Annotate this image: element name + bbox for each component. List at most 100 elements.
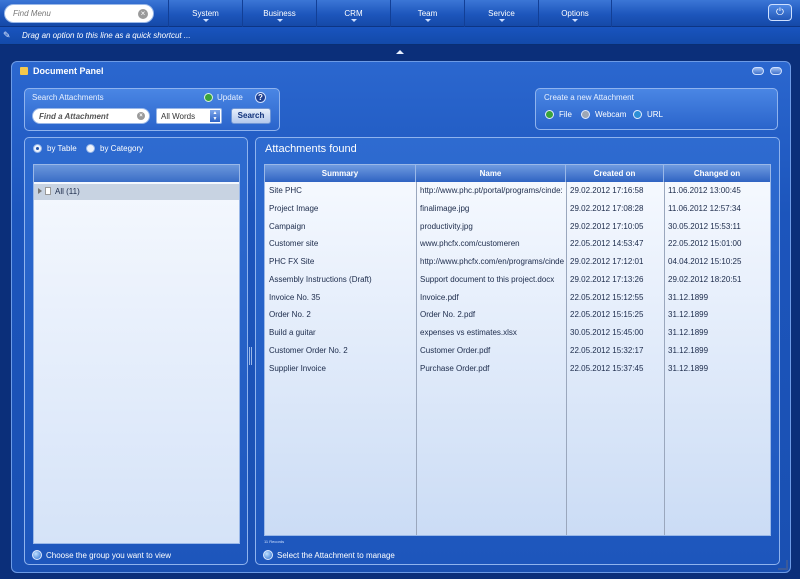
table-row[interactable]: Campaign productivity.jpg 29.02.2012 17:10… [265, 218, 770, 236]
menu-team[interactable]: Team [390, 0, 464, 27]
spinner-icon[interactable]: ▲ ▼ [210, 110, 220, 122]
menu-label: System [192, 9, 219, 18]
table-cell: 29.02.2012 17:13:26 [570, 274, 644, 284]
table-row[interactable]: Project Image finalimage.jpg 29.02.2012 17… [265, 200, 770, 218]
table-cell: Order No. 2 [269, 310, 311, 320]
table-cell: www.phcfx.com/customeren [420, 239, 520, 249]
attachments-title: Attachments found [265, 143, 357, 155]
clear-icon[interactable]: × [137, 112, 145, 120]
top-menu-bar: Find Menu × System Business CRM Team Ser… [0, 0, 800, 27]
table-row[interactable]: Order No. 2 Order No. 2.pdf 22.05.2012 15:… [265, 306, 770, 324]
globe-icon [633, 110, 642, 119]
words-select[interactable]: All Words ▲ ▼ [156, 108, 222, 124]
update-link[interactable]: Update [204, 93, 243, 102]
document-panel: Document Panel Search Attachments Update… [11, 61, 791, 573]
help-icon[interactable]: ? [255, 92, 266, 103]
table-row[interactable]: Invoice No. 35 Invoice.pdf 22.05.2012 15:1… [265, 289, 770, 307]
shortcut-hint: Drag an option to this line as a quick s… [22, 31, 191, 40]
document-icon [45, 187, 51, 195]
menu-service[interactable]: Service [464, 0, 538, 27]
table-cell: expenses vs estimates.xlsx [420, 328, 517, 337]
table-cell: Supplier Invoice [269, 363, 326, 373]
table-cell: Assembly Instructions (Draft) [269, 274, 372, 284]
table-cell: 04.04.2012 15:10:25 [668, 257, 742, 266]
create-file-option[interactable]: File [545, 110, 572, 119]
find-menu-placeholder: Find Menu [13, 9, 51, 18]
table-row[interactable]: Build a guitar expenses vs estimates.xlsx… [265, 324, 770, 342]
file-icon [545, 110, 554, 119]
right-footer-text: Select the Attachment to manage [277, 551, 395, 560]
shortcut-bar[interactable]: ✎ Drag an option to this line as a quick… [0, 27, 800, 45]
close-icon[interactable] [770, 67, 782, 75]
search-button[interactable]: Search [231, 108, 271, 124]
view-by-category-radio[interactable]: by Category [86, 144, 143, 153]
table-cell: 22.05.2012 15:32:17 [570, 345, 644, 355]
column-header-changed[interactable]: Changed on [664, 165, 770, 182]
radio-label: by Table [47, 144, 77, 153]
find-menu-input[interactable]: Find Menu × [4, 4, 154, 23]
menu-system[interactable]: System [168, 0, 242, 27]
menu-business[interactable]: Business [242, 0, 316, 27]
chevron-down-icon [350, 19, 357, 22]
column-header-summary[interactable]: Summary [265, 165, 416, 182]
option-label: File [559, 110, 572, 119]
menu-crm[interactable]: CRM [316, 0, 390, 27]
tree-item-all[interactable]: All (11) [34, 184, 239, 200]
table-cell: 22.05.2012 15:01:00 [668, 239, 742, 249]
clear-icon[interactable]: × [138, 9, 148, 19]
table-cell: Project Image [269, 203, 319, 213]
menu-label: Team [417, 9, 438, 18]
menu-label: Options [561, 9, 589, 18]
collapse-arrow-icon[interactable] [396, 50, 404, 54]
tree-header [34, 165, 239, 182]
table-cell: 31.12.1899 [668, 292, 709, 302]
column-divider [566, 182, 567, 535]
table-cell: Invoice.pdf [420, 292, 459, 302]
minimize-icon[interactable] [752, 67, 764, 75]
radio-checked-icon [33, 144, 42, 153]
table-cell: 30.05.2012 15:53:11 [668, 221, 741, 231]
table-row[interactable]: Customer site www.phcfx.com/customeren 22.… [265, 235, 770, 253]
table-cell: productivity.jpg [420, 221, 473, 231]
create-attachment-box: Create a new Attachment File Webcam URL [535, 88, 778, 130]
table-cell: 22.05.2012 15:12:55 [570, 292, 644, 302]
pane-splitter[interactable] [249, 347, 252, 365]
table-cell: PHC FX Site [269, 257, 315, 266]
table-row[interactable]: Supplier Invoice Purchase Order.pdf 22.05.… [265, 360, 770, 378]
create-url-option[interactable]: URL [633, 110, 663, 119]
update-label: Update [217, 93, 243, 102]
table-cell: 31.12.1899 [668, 310, 709, 320]
column-header-created[interactable]: Created on [566, 165, 664, 182]
chevron-down-icon [276, 19, 283, 22]
table-row[interactable]: Site PHC http://www.phc.pt/portal/program… [265, 182, 770, 200]
table-cell: 11.06.2012 13:00:45 [668, 186, 741, 195]
column-divider [664, 182, 665, 535]
left-footer-text: Choose the group you want to view [46, 551, 171, 560]
resize-grip-icon[interactable] [778, 560, 788, 570]
column-header-name[interactable]: Name [416, 165, 566, 182]
menu-options[interactable]: Options [538, 0, 612, 27]
search-placeholder: Find a Attachment [39, 112, 109, 121]
right-footer: Select the Attachment to manage [263, 550, 395, 560]
table-cell: http://www.phc.pt/portal/programs/cinde: [420, 186, 563, 195]
table-cell: Support document to this project.docx [420, 274, 555, 284]
view-by-table-radio[interactable]: by Table [33, 144, 77, 153]
create-label: Create a new Attachment [544, 93, 634, 102]
table-cell: 31.12.1899 [668, 363, 709, 373]
table-cell: 22.05.2012 15:15:25 [570, 310, 644, 320]
radio-icon [86, 144, 95, 153]
table-cell: Campaign [269, 221, 306, 231]
table-cell: 29.02.2012 17:08:28 [570, 203, 644, 213]
chevron-down-icon [498, 19, 505, 22]
info-icon [32, 550, 42, 560]
table-row[interactable]: PHC FX Site http://www.phcfx.com/en/progr… [265, 253, 770, 271]
table-cell: 29.02.2012 17:16:58 [570, 186, 644, 195]
expand-icon[interactable] [38, 188, 42, 194]
table-row[interactable]: Customer Order No. 2 Customer Order.pdf 22… [265, 342, 770, 360]
power-button[interactable]: ⏻ [768, 4, 792, 21]
attachment-search-input[interactable]: Find a Attachment × [32, 108, 150, 124]
table-cell: 22.05.2012 14:53:47 [570, 239, 644, 249]
attachments-pane: Attachments found Summary Name Created o… [255, 137, 780, 565]
table-row[interactable]: Assembly Instructions (Draft) Support doc… [265, 271, 770, 289]
create-webcam-option[interactable]: Webcam [581, 110, 626, 119]
